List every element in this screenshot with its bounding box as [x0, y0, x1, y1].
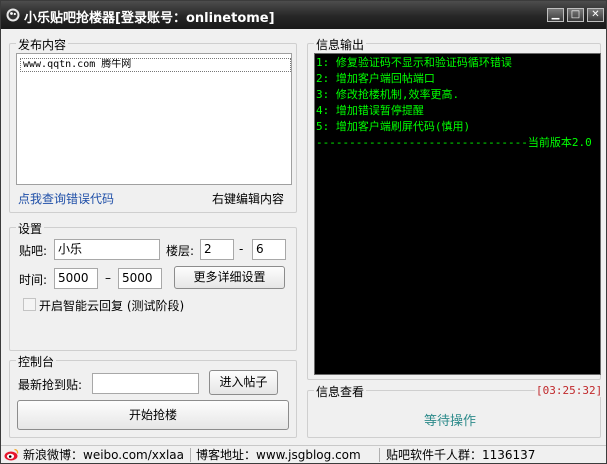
console-line: --------------------------------当前版本2.0: [316, 136, 592, 149]
console-line: 5: 增加客户端刷屏代码(慎用): [316, 120, 471, 133]
title-bar[interactable]: 小乐贴吧抢楼器[登录账号：onlinetome] ▁ □ ✕: [1, 1, 606, 29]
right-click-edit-tip: 右键编辑内容: [212, 192, 285, 206]
enter-post-button[interactable]: 进入帖子: [209, 370, 278, 395]
info-view-group-title: 信息查看: [314, 383, 367, 400]
status-separator: [379, 448, 380, 462]
publish-content-text: www.qqtn.com 腾牛网: [20, 58, 291, 72]
lookup-error-code-link[interactable]: 点我查询错误代码: [18, 190, 114, 207]
info-view-time: [03:25:32]: [535, 384, 604, 397]
console-line: 3: 修改抢楼机制,效率更高.: [316, 88, 460, 101]
minimize-button[interactable]: ▁: [547, 8, 564, 22]
more-settings-button[interactable]: 更多详细设置: [174, 266, 285, 289]
window-title: 小乐贴吧抢楼器[登录账号：onlinetome]: [24, 11, 275, 26]
publish-group-title: 发布内容: [16, 36, 69, 53]
floor-dash: -: [239, 242, 244, 256]
floor-label: 楼层:: [166, 244, 195, 258]
console-line: 1: 修复验证码不显示和验证码循环错误: [316, 56, 512, 69]
smart-reply-checkbox[interactable]: [23, 298, 36, 311]
latest-post-label: 最新抢到贴:: [18, 378, 83, 392]
console-line: 4: 增加错误暂停提醒: [316, 104, 424, 117]
weibo-link[interactable]: 新浪微博：weibo.com/xxlaa: [23, 447, 184, 463]
info-output-group-title: 信息输出: [314, 36, 367, 53]
floor-to-input[interactable]: 6: [252, 239, 286, 260]
start-grab-button[interactable]: 开始抢楼: [17, 400, 289, 430]
smart-reply-label: 开启智能云回复 (测试阶段): [39, 299, 185, 313]
settings-group-title: 设置: [16, 220, 45, 237]
close-button[interactable]: ✕: [587, 8, 604, 22]
app-logo-icon: [6, 8, 20, 22]
maximize-button[interactable]: □: [567, 8, 584, 22]
floor-from-input[interactable]: 2: [200, 239, 234, 260]
app-window: 小乐贴吧抢楼器[登录账号：onlinetome] ▁ □ ✕ 发布内容 www.…: [0, 0, 607, 464]
info-output-console[interactable]: 1: 修复验证码不显示和验证码循环错误 2: 增加客户端回帖端口 3: 修改抢楼机制…: [314, 53, 601, 375]
time-label: 时间:: [19, 273, 48, 287]
forum-input[interactable]: 小乐: [54, 239, 160, 260]
qq-group-text: 贴吧软件千人群：1136137: [386, 448, 536, 462]
status-separator: [190, 448, 191, 462]
latest-post-input[interactable]: [92, 373, 199, 394]
status-bar: 新浪微博：weibo.com/xxlaa 博客地址：www.jsgblog.co…: [1, 445, 606, 463]
publish-content-textarea[interactable]: www.qqtn.com 腾牛网: [16, 53, 292, 185]
blog-link[interactable]: 博客地址：www.jsgblog.com: [196, 447, 361, 463]
time-from-input[interactable]: 5000: [54, 268, 98, 289]
control-group-title: 控制台: [16, 353, 57, 370]
time-to-input[interactable]: 5000: [118, 268, 162, 289]
console-line: 2: 增加客户端回帖端口: [316, 72, 435, 85]
info-view-status: 等待操作: [424, 414, 477, 429]
weibo-icon: [4, 448, 19, 461]
time-dash: –: [105, 271, 111, 285]
forum-label: 贴吧:: [19, 244, 48, 258]
